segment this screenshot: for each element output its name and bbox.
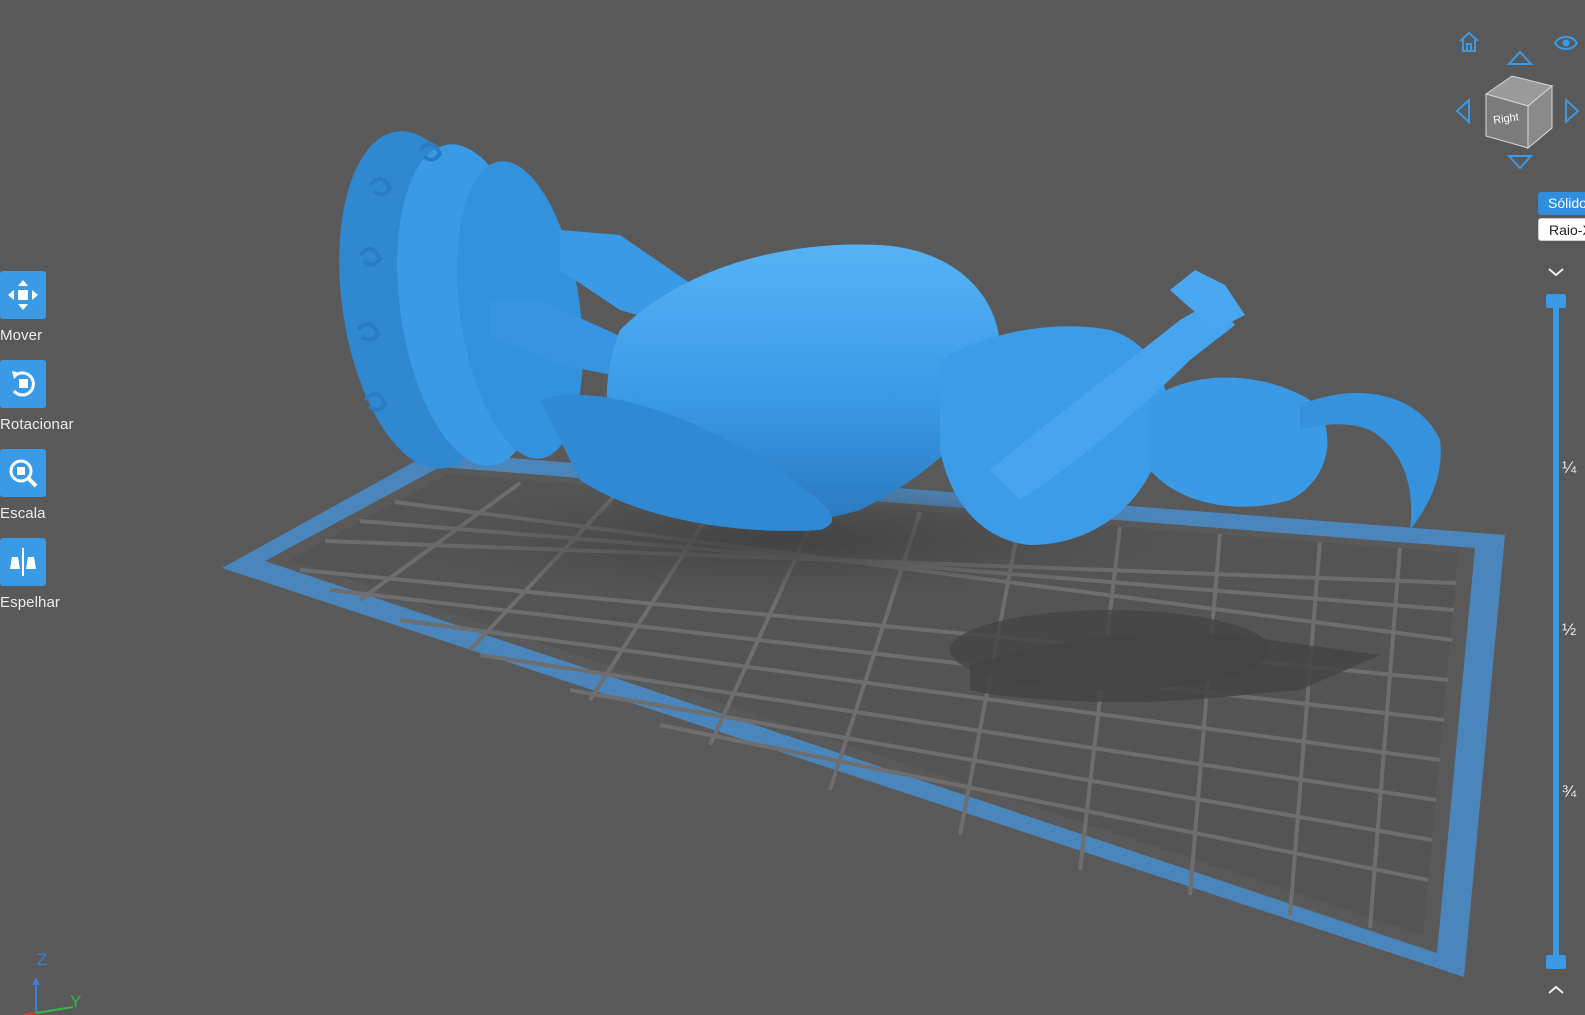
y-axis-label: Y: [70, 992, 82, 1011]
tool-move[interactable]: Mover: [0, 271, 90, 344]
rotate-button[interactable]: [0, 360, 46, 408]
mirror-label: Espelhar: [0, 594, 61, 611]
tool-rotate[interactable]: Rotacionar: [0, 360, 90, 433]
move-button[interactable]: [0, 271, 46, 319]
rotate-icon: [12, 371, 35, 397]
z-axis-label: Z: [37, 950, 48, 969]
view-cube[interactable]: [1484, 72, 1554, 150]
tool-scale[interactable]: Escala: [0, 449, 90, 522]
layer-slider-bottom-handle[interactable]: [1546, 955, 1566, 969]
move-label: Mover: [0, 327, 43, 344]
render-mode-solid[interactable]: Sólido: [1538, 192, 1585, 215]
3d-viewport[interactable]: [0, 0, 1585, 1015]
layer-slider-tick-quarter: ¼: [1562, 458, 1577, 477]
home-icon[interactable]: [1457, 30, 1481, 54]
y-axis-line: [35, 1006, 74, 1014]
layer-slider-tick-three-quarter: ¾: [1562, 782, 1577, 801]
arrow-right-icon[interactable]: [1564, 98, 1580, 124]
layer-slider-tick-half: ½: [1562, 620, 1577, 639]
move-arrows-icon: [8, 280, 38, 310]
rotate-label: Rotacionar: [0, 416, 74, 433]
scale-label: Escala: [0, 505, 46, 522]
mirror-button[interactable]: [0, 538, 46, 586]
arrow-left-icon[interactable]: [1455, 98, 1471, 124]
arrow-up-icon[interactable]: [1507, 50, 1533, 66]
scale-icon: [9, 459, 38, 488]
tool-mirror[interactable]: Espelhar: [0, 538, 90, 611]
chevron-down-icon[interactable]: [1546, 266, 1566, 278]
chevron-up-icon[interactable]: [1546, 984, 1566, 996]
mirror-icon: [10, 548, 36, 576]
layer-slider-track[interactable]: [1553, 300, 1559, 960]
render-mode-xray[interactable]: Raio-X: [1538, 218, 1585, 241]
z-axis-arrow: [32, 977, 40, 985]
layer-slider-top-handle[interactable]: [1546, 294, 1566, 308]
eye-icon[interactable]: [1553, 32, 1579, 54]
scale-button[interactable]: [0, 449, 46, 497]
arrow-down-icon[interactable]: [1507, 154, 1533, 170]
